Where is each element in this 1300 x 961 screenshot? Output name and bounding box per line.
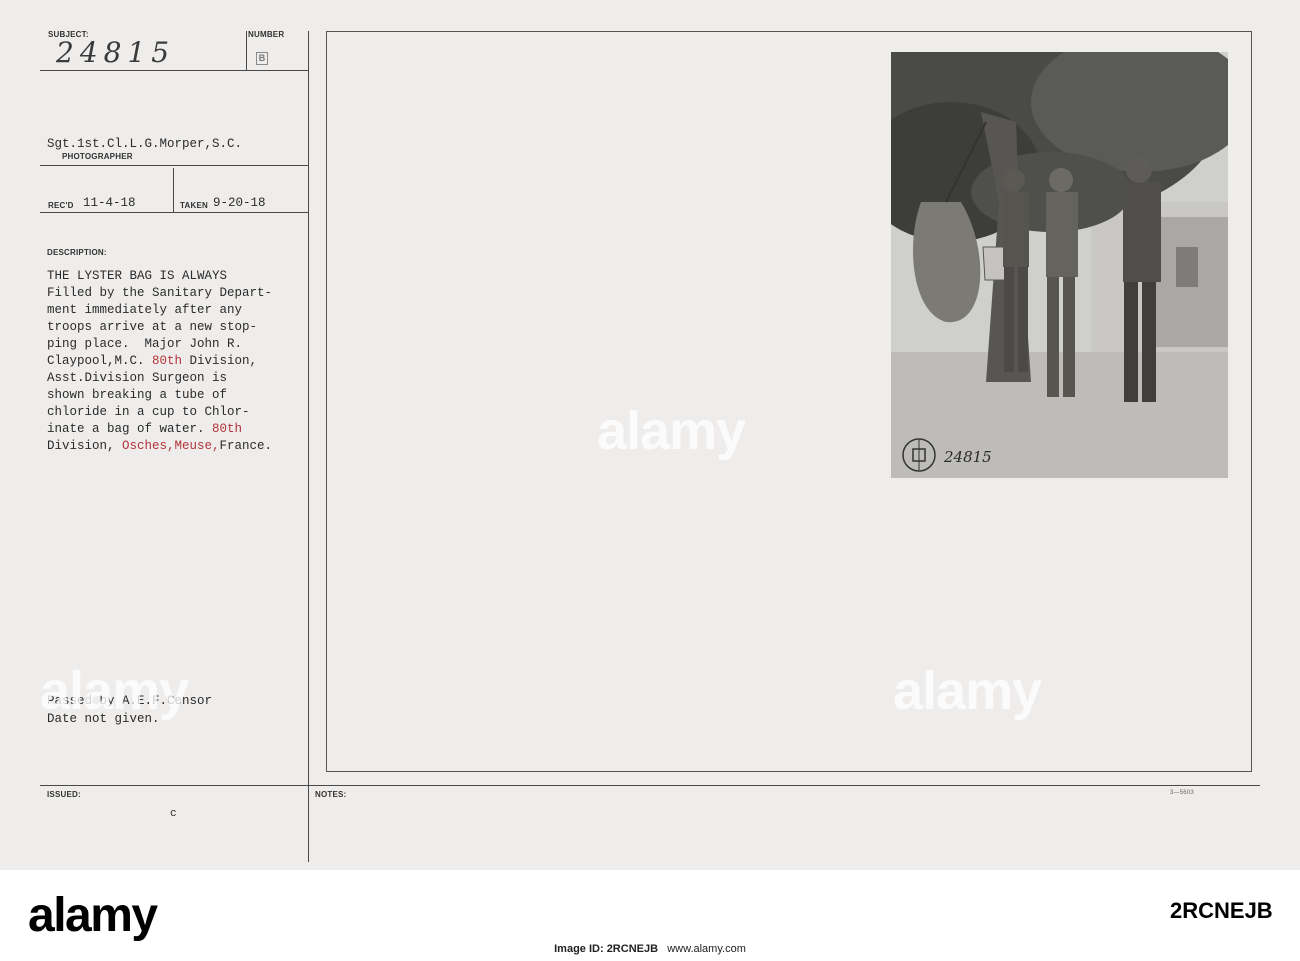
description-line: ment immediately after any	[47, 303, 243, 317]
rule-photographer	[40, 165, 308, 166]
rule-date-divider	[173, 168, 174, 212]
watermark: alamy	[40, 661, 189, 721]
description-fragment: France.	[219, 439, 273, 453]
rule-bottom	[40, 785, 1260, 786]
taken-date: 9-20-18	[213, 196, 266, 210]
taken-label: TAKEN	[180, 201, 208, 210]
issued-mark: c	[170, 808, 177, 820]
photograph-image	[891, 52, 1228, 478]
description-line: Claypool,M.C. 80th Division,	[47, 353, 272, 370]
notes-label: NOTES:	[315, 790, 347, 799]
watermark: alamy	[597, 401, 746, 461]
description-fragment: Division,	[47, 439, 123, 453]
archive-record-card: SUBJECT: 24815 NUMBER B Sgt.1st.Cl.L.G.M…	[0, 0, 1300, 870]
description-line: inate a bag of water. 80th	[47, 421, 272, 438]
description-line: chloride in a cup to Chlor-	[47, 405, 250, 419]
watermark: alamy	[893, 661, 1042, 721]
division-mark: 80th	[152, 354, 183, 368]
description-line: Division, Osches,Meuse,France.	[47, 438, 272, 455]
description-line: THE LYSTER BAG IS ALWAYS	[47, 269, 228, 283]
received-date: 11-4-18	[83, 196, 136, 210]
rule-number-divider	[246, 31, 247, 71]
description-line: troops arrive at a new stop-	[47, 320, 258, 334]
rule-subject	[40, 70, 308, 71]
photographer-name: Sgt.1st.Cl.L.G.Morper,S.C.	[47, 137, 243, 151]
description-line: Filled by the Sanitary Depart-	[47, 286, 273, 300]
caption-url[interactable]: www.alamy.com	[667, 943, 746, 955]
description-fragment: Division,	[182, 354, 258, 368]
number-label: NUMBER	[248, 30, 285, 39]
description-text: THE LYSTER BAG IS ALWAYS Filled by the S…	[47, 268, 272, 455]
photo-number: 24815	[944, 448, 992, 466]
image-code: 2RCNEJB	[1170, 898, 1273, 923]
alamy-logo[interactable]: alamy	[28, 888, 158, 943]
historical-photograph	[891, 52, 1228, 478]
subject-handwritten: 24815	[56, 36, 176, 69]
photographer-label: PHOTOGRAPHER	[62, 152, 133, 161]
location-mark: Osches,Meuse,	[122, 439, 220, 453]
issued-label: ISSUED:	[47, 790, 81, 799]
form-code: 3—5603	[1170, 790, 1194, 796]
division-mark: 80th	[212, 422, 243, 436]
rule-dates	[40, 212, 308, 213]
footer-caption: Image ID: 2RCNEJB www.alamy.com	[0, 943, 1300, 955]
rule-left-column	[308, 31, 309, 862]
description-line: shown breaking a tube of	[47, 388, 228, 402]
caption-id: 2RCNEJB	[606, 943, 659, 955]
description-label: DESCRIPTION:	[47, 248, 107, 257]
received-label: REC'D	[48, 201, 74, 210]
description-line: ping place. Major John R.	[47, 337, 243, 351]
caption-prefix: Image ID:	[554, 943, 607, 955]
description-line: Asst.Division Surgeon is	[47, 371, 228, 385]
number-stamp: B	[256, 52, 268, 65]
description-fragment: Claypool,M.C.	[47, 354, 153, 368]
description-fragment: inate a bag of water.	[47, 422, 213, 436]
